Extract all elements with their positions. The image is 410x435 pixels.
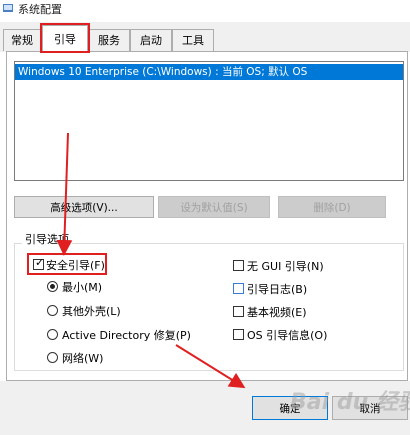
boot-tab-highlight xyxy=(40,23,90,53)
radio-minimal[interactable] xyxy=(47,281,58,292)
os-boot-info-checkbox[interactable] xyxy=(233,329,244,340)
radio-selected-dot xyxy=(50,284,55,289)
tab-services[interactable]: 服务 xyxy=(88,29,130,51)
boot-options-label: 引导选项 xyxy=(22,231,72,247)
os-list-item[interactable]: Windows 10 Enterprise (C:\Windows) : 当前 … xyxy=(15,64,403,80)
radio-ad-repair-label: Active Directory 修复(P) xyxy=(62,329,191,342)
radio-network-label: 网络(W) xyxy=(62,352,104,365)
base-video-checkbox[interactable] xyxy=(233,306,244,317)
os-boot-info-label: OS 引导信息(O) xyxy=(247,329,328,342)
boot-log-checkbox[interactable] xyxy=(233,283,244,294)
delete-button[interactable]: 删除(D) xyxy=(278,196,386,218)
radio-alternate-shell[interactable] xyxy=(47,305,58,316)
window-title: 系统配置 xyxy=(18,3,62,16)
radio-minimal-label: 最小(M) xyxy=(62,281,103,294)
checkmark-icon: ✓ xyxy=(35,256,45,269)
tab-general[interactable]: 常规 xyxy=(3,29,41,51)
tab-startup[interactable]: 启动 xyxy=(130,29,172,51)
system-config-icon xyxy=(3,4,13,12)
set-default-button[interactable]: 设为默认值(S) xyxy=(158,196,270,218)
safe-boot-label: 安全引导(F) xyxy=(46,259,105,272)
no-gui-boot-label: 无 GUI 引导(N) xyxy=(247,260,324,273)
radio-ad-repair[interactable] xyxy=(47,329,58,340)
no-gui-boot-checkbox[interactable] xyxy=(233,260,244,271)
boot-log-label: 引导日志(B) xyxy=(247,283,308,296)
safe-boot-checkbox[interactable]: ✓ xyxy=(33,256,45,270)
tab-tools[interactable]: 工具 xyxy=(172,29,214,51)
radio-alternate-shell-label: 其他外壳(L) xyxy=(62,305,121,318)
base-video-label: 基本视频(E) xyxy=(247,306,307,319)
advanced-options-button[interactable]: 高级选项(V)... xyxy=(14,196,154,218)
radio-network[interactable] xyxy=(47,352,58,363)
watermark: Bai du 经验 xyxy=(290,390,410,415)
